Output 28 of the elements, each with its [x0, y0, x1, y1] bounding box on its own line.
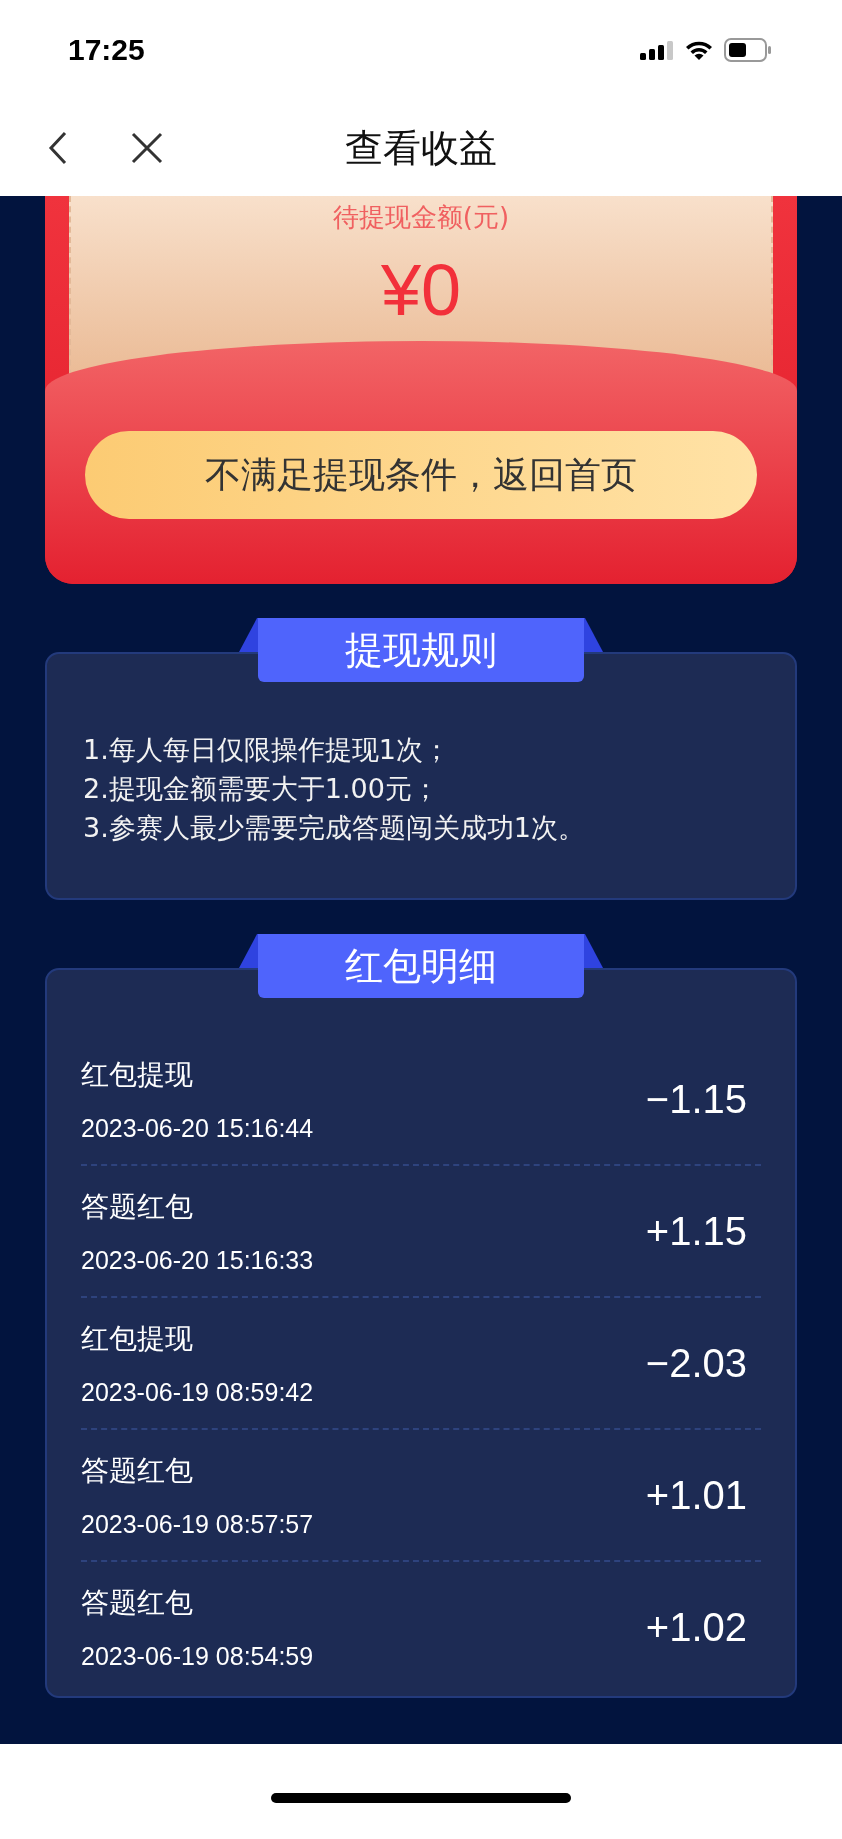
record-title: 答题红包 [81, 1188, 194, 1225]
balance-label: 待提现金额(元) [332, 201, 510, 234]
record-amount: −1.15 [645, 1076, 747, 1122]
section-title: 红包明细 [258, 934, 584, 998]
page-title: 查看收益 [345, 124, 497, 172]
record-amount: +1.01 [645, 1472, 747, 1518]
rule-text: 1.每人每日仅限操作提现1次； [83, 733, 451, 767]
record-title: 红包提现 [81, 1056, 194, 1093]
record-time: 2023-06-20 15:16:33 [81, 1245, 314, 1275]
status-time: 17:25 [68, 33, 145, 67]
section-title: 提现规则 [258, 618, 584, 682]
record-amount: +1.15 [645, 1208, 747, 1254]
record-title: 答题红包 [81, 1452, 194, 1489]
record-amount: −2.03 [645, 1340, 747, 1386]
signal-icon [640, 40, 674, 60]
rule-text: 3.参赛人最少需要完成答题闯关成功1次。 [83, 811, 586, 846]
record-time: 2023-06-19 08:54:59 [81, 1641, 314, 1671]
balance-amount: ¥0 [380, 249, 462, 331]
record-title: 答题红包 [81, 1584, 194, 1621]
battery-icon [724, 38, 772, 62]
close-button[interactable] [130, 131, 164, 165]
rule-text: 2.提现金额需要大于1.00元； [83, 772, 440, 807]
record-time: 2023-06-19 08:57:57 [81, 1509, 314, 1539]
wifi-icon [684, 39, 714, 61]
record-time: 2023-06-19 08:59:42 [81, 1377, 314, 1407]
record-amount: +1.02 [645, 1604, 747, 1650]
record-title: 红包提现 [81, 1320, 194, 1357]
record-time: 2023-06-20 15:16:44 [81, 1113, 314, 1143]
